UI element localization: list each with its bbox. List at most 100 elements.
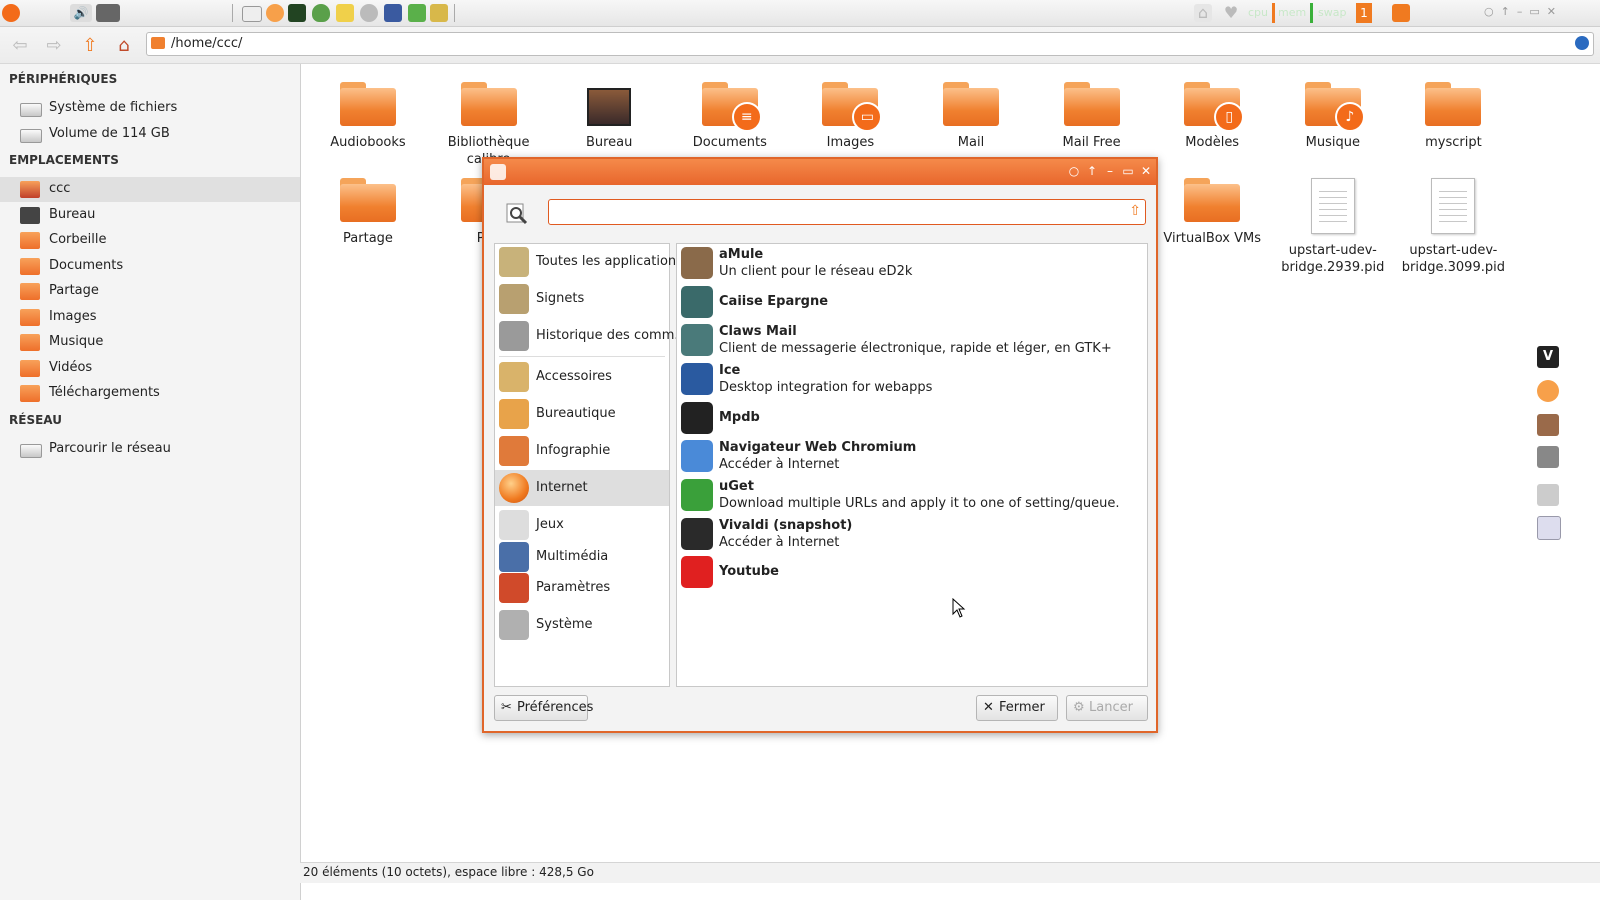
minimize-icon[interactable]: – bbox=[1102, 163, 1118, 179]
file-item[interactable]: upstart-udev- bridge.2939.pid bbox=[1271, 178, 1395, 276]
file-item[interactable]: ▯ Modèles bbox=[1150, 82, 1274, 151]
trash-icon[interactable] bbox=[1392, 4, 1410, 22]
category-item[interactable]: Historique des comm... bbox=[495, 318, 687, 354]
up-icon[interactable]: ↑ bbox=[1084, 163, 1100, 179]
category-item[interactable]: Toutes les applications bbox=[495, 244, 683, 280]
up-arrow-icon[interactable]: ⇧ bbox=[78, 33, 102, 57]
sidebar-item[interactable]: Documents bbox=[0, 254, 300, 279]
sidebar-item[interactable]: Volume de 114 GB bbox=[0, 122, 300, 147]
category-icon bbox=[499, 321, 529, 351]
app-name: Ice bbox=[719, 363, 741, 378]
category-item[interactable]: Système bbox=[495, 607, 669, 643]
app-finder-icon bbox=[490, 164, 506, 180]
category-item[interactable]: Paramètres bbox=[495, 570, 669, 606]
sidebar-item[interactable]: ccc bbox=[0, 177, 300, 202]
monitor-icon[interactable] bbox=[288, 4, 306, 22]
mail-icon[interactable] bbox=[242, 6, 262, 22]
menu-icon[interactable] bbox=[2, 4, 20, 22]
file-item[interactable]: ≡ Documents bbox=[668, 82, 792, 151]
calculator-icon[interactable] bbox=[1537, 484, 1559, 506]
home-icon[interactable]: ⌂ bbox=[112, 33, 136, 57]
sidebar-item[interactable]: Musique bbox=[0, 330, 300, 355]
address-bar[interactable]: /home/ccc/ bbox=[146, 32, 1594, 56]
category-item[interactable]: Infographie bbox=[495, 433, 669, 469]
up-icon[interactable]: ↑ bbox=[1501, 5, 1510, 18]
plant-icon[interactable] bbox=[408, 4, 426, 22]
back-icon[interactable]: ⇦ bbox=[8, 33, 32, 57]
reload-icon[interactable] bbox=[1575, 36, 1589, 50]
maximize-icon[interactable]: ▭ bbox=[1529, 5, 1539, 18]
category-icon bbox=[499, 436, 529, 466]
file-item[interactable]: ▭ Images bbox=[788, 82, 912, 151]
category-item[interactable]: Signets bbox=[495, 281, 669, 317]
pin-icon[interactable]: ○ bbox=[1066, 163, 1082, 179]
clear-icon[interactable]: ⇧ bbox=[1129, 203, 1141, 219]
sidebar-item[interactable]: Système de fichiers bbox=[0, 96, 300, 121]
file-item[interactable]: Partage bbox=[306, 178, 430, 247]
app-item[interactable]: Mpdb bbox=[677, 399, 1147, 437]
sidebar-item[interactable]: Vidéos bbox=[0, 356, 300, 381]
note-icon[interactable] bbox=[336, 4, 354, 22]
close-icon[interactable]: ✕ bbox=[1547, 5, 1556, 18]
category-list: Toutes les applications Signets Historique… bbox=[494, 243, 687, 687]
bee-icon[interactable] bbox=[430, 4, 448, 22]
file-item[interactable]: ♪ Musique bbox=[1271, 82, 1395, 151]
preferences-button[interactable]: ✂ Préférences bbox=[494, 695, 593, 721]
app-icon[interactable] bbox=[96, 4, 120, 22]
heart-icon[interactable]: ♥ bbox=[1222, 4, 1240, 22]
shield-icon[interactable] bbox=[312, 4, 330, 22]
file-item[interactable]: upstart-udev- bridge.3099.pid bbox=[1391, 178, 1515, 276]
sidebar-item[interactable]: Parcourir le réseau bbox=[0, 437, 300, 462]
document-viewer-icon[interactable] bbox=[1537, 516, 1561, 540]
sidebar-item[interactable]: Corbeille bbox=[0, 228, 300, 253]
file-name: upstart-udev- bridge.2939.pid bbox=[1281, 243, 1385, 275]
vivaldi-icon[interactable]: V bbox=[1537, 346, 1559, 368]
volume-icon[interactable]: 🔊 bbox=[70, 4, 92, 22]
printer-icon[interactable] bbox=[1537, 446, 1559, 468]
file-item[interactable]: myscript bbox=[1391, 82, 1515, 151]
app-item[interactable]: Navigateur Web Chromium Accéder à Interne… bbox=[677, 437, 1147, 475]
firefox-icon[interactable] bbox=[1537, 380, 1559, 402]
category-item[interactable]: Internet bbox=[495, 470, 669, 506]
app-item[interactable]: Claws Mail Client de messagerie électroni… bbox=[677, 321, 1147, 359]
category-item[interactable]: Accessoires bbox=[495, 359, 669, 395]
app-item[interactable]: aMule Un client pour le réseau eD2k bbox=[677, 244, 1147, 282]
search-input[interactable] bbox=[553, 203, 1117, 223]
app-item[interactable]: Youtube bbox=[677, 553, 1147, 591]
firefox-icon[interactable] bbox=[266, 4, 284, 22]
minimize-icon[interactable]: – bbox=[1517, 5, 1523, 18]
forward-icon[interactable]: ⇨ bbox=[42, 33, 66, 57]
app-item[interactable]: Ice Desktop integration for webapps bbox=[677, 360, 1147, 398]
sidebar-item[interactable]: Téléchargements bbox=[0, 381, 300, 406]
maximize-icon[interactable]: ▭ bbox=[1120, 163, 1136, 179]
file-item[interactable]: Mail bbox=[909, 82, 1033, 151]
app-item[interactable]: uGet Download multiple URLs and apply it … bbox=[677, 476, 1147, 514]
file-item[interactable]: Mail Free bbox=[1030, 82, 1154, 151]
network-icon[interactable] bbox=[360, 4, 378, 22]
search-field[interactable]: ⇧ bbox=[548, 199, 1146, 225]
sidebar-item[interactable]: Images bbox=[0, 305, 300, 330]
file-item[interactable]: Bureau bbox=[547, 82, 671, 151]
app-item[interactable]: Caiise Epargne bbox=[677, 283, 1147, 321]
file-item[interactable]: Audiobooks bbox=[306, 82, 430, 151]
close-button[interactable]: ✕ Fermer bbox=[976, 695, 1058, 721]
app-icon bbox=[681, 556, 713, 588]
notification-badge[interactable]: 1 bbox=[1356, 3, 1372, 23]
file-item[interactable]: Bibliothèque calibre bbox=[427, 82, 551, 168]
graph-icon[interactable] bbox=[384, 4, 402, 22]
close-icon[interactable]: ✕ bbox=[1138, 163, 1154, 179]
category-label: Paramètres bbox=[536, 580, 611, 595]
category-item[interactable]: Bureautique bbox=[495, 396, 669, 432]
home-icon[interactable]: ⌂ bbox=[1194, 4, 1212, 22]
sidebar-item[interactable]: Partage bbox=[0, 279, 300, 304]
pin-icon[interactable]: ○ bbox=[1484, 5, 1494, 18]
file-name: VirtualBox VMs bbox=[1163, 231, 1262, 246]
sidebar-item[interactable]: Bureau bbox=[0, 203, 300, 228]
folder-icon: ≡ bbox=[701, 82, 762, 132]
amule-icon[interactable] bbox=[1537, 414, 1559, 436]
launch-button[interactable]: ⚙ Lancer bbox=[1066, 695, 1148, 721]
category-item[interactable]: Jeux bbox=[495, 507, 669, 543]
dialog-titlebar[interactable]: ○ ↑ – ▭ ✕ bbox=[484, 159, 1156, 185]
app-item[interactable]: Vivaldi (snapshot) Accéder à Internet bbox=[677, 515, 1147, 553]
file-item[interactable]: VirtualBox VMs bbox=[1150, 178, 1274, 247]
